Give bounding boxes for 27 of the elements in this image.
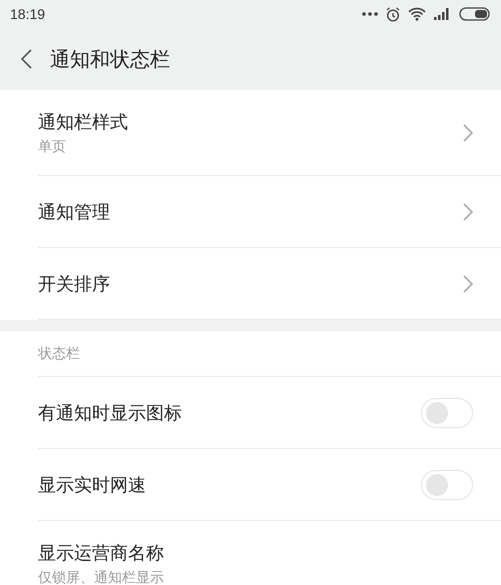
settings-row[interactable]: 有通知时显示图标 bbox=[0, 377, 501, 449]
chevron-right-icon bbox=[463, 124, 473, 142]
settings-row[interactable]: 通知管理 bbox=[0, 176, 501, 248]
chevron-right-icon bbox=[463, 203, 473, 221]
alarm-icon bbox=[386, 6, 400, 22]
settings-row[interactable]: 开关排序 bbox=[0, 248, 501, 320]
row-subtitle: 单页 bbox=[38, 138, 67, 156]
section-heading: 状态栏 bbox=[38, 345, 80, 363]
toggle-switch[interactable] bbox=[421, 470, 473, 500]
row-title: 通知管理 bbox=[38, 201, 110, 224]
row-title: 开关排序 bbox=[38, 273, 110, 296]
settings-row[interactable]: 显示实时网速 bbox=[0, 449, 501, 521]
row-title: 有通知时显示图标 bbox=[38, 402, 182, 425]
row-subtitle: 仅锁屏、通知栏显示 bbox=[38, 569, 164, 585]
signal-icon bbox=[434, 8, 451, 20]
wifi-icon bbox=[408, 7, 426, 21]
row-title: 显示运营商名称 bbox=[38, 542, 164, 565]
chevron-right-icon bbox=[463, 275, 473, 293]
back-icon[interactable] bbox=[20, 49, 32, 69]
row-title: 通知栏样式 bbox=[38, 111, 128, 134]
toggle-switch[interactable] bbox=[421, 398, 473, 428]
more-dots-icon bbox=[362, 12, 378, 16]
page-title: 通知和状态栏 bbox=[50, 46, 170, 72]
battery-icon bbox=[459, 7, 491, 21]
settings-row[interactable]: 通知栏样式 单页 bbox=[0, 90, 501, 176]
row-title: 显示实时网速 bbox=[38, 474, 146, 497]
status-time: 18:19 bbox=[10, 6, 46, 22]
